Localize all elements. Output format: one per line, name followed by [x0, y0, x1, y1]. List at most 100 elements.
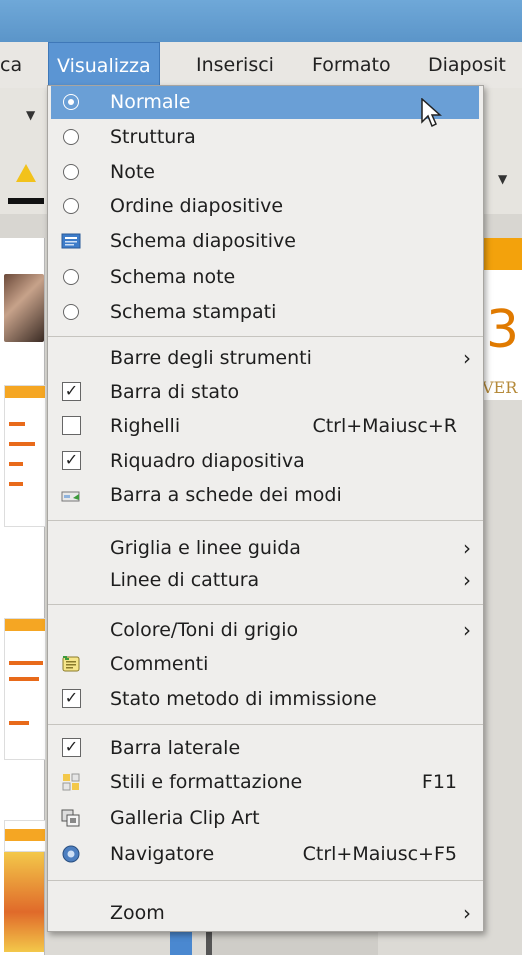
mouse-cursor-icon — [421, 98, 442, 128]
radio-selected-icon — [63, 94, 79, 110]
menu-strumenti[interactable]: ca — [0, 42, 22, 88]
shortcut-label: Ctrl+Maiusc+R — [312, 415, 457, 437]
menu-item-ordine-diapositive[interactable]: Ordine diapositive — [48, 190, 483, 223]
radio-icon — [63, 304, 79, 320]
menu-diapositiva[interactable]: Diaposit — [428, 42, 506, 88]
menu-item-label: Barre degli strumenti — [110, 347, 312, 369]
radio-icon — [63, 198, 79, 214]
menu-item-label: Griglia e linee guida — [110, 537, 301, 559]
comment-icon — [62, 656, 80, 672]
warning-icon[interactable] — [16, 164, 36, 182]
menu-item-label: Barra di stato — [110, 381, 240, 403]
submenu-arrow-icon: › — [463, 901, 471, 925]
menu-item-label: Linee di cattura — [110, 569, 260, 591]
menu-item-label: Righelli — [110, 415, 181, 437]
menu-item-label: Barra a schede dei modi — [110, 484, 342, 506]
menu-item-label: Ordine diapositive — [110, 195, 284, 217]
menu-item-label: Schema stampati — [110, 301, 277, 323]
tab-bar-icon — [61, 491, 80, 502]
menu-item-navigatore[interactable]: Navigatore Ctrl+Maiusc+F5 — [48, 838, 483, 871]
menu-item-riquadro-diapositiva[interactable]: ✓ Riquadro diapositiva — [48, 445, 483, 478]
checkbox-checked-icon: ✓ — [62, 689, 81, 708]
menu-inserisci[interactable]: Inserisci — [196, 42, 274, 88]
thumbnail-text — [9, 482, 23, 486]
menu-item-stato-metodo-immissione[interactable]: ✓ Stato metodo di immissione — [48, 683, 483, 716]
gallery-icon — [61, 809, 80, 827]
slide-thumbnail[interactable] — [4, 385, 46, 527]
menu-item-label: Note — [110, 161, 155, 183]
slide-thumbnail[interactable] — [4, 820, 46, 852]
menu-separator — [48, 604, 483, 605]
menu-item-schema-note[interactable]: Schema note — [48, 261, 483, 294]
line-color-swatch — [8, 198, 44, 204]
menu-formato[interactable]: Formato — [312, 42, 391, 88]
scrollbar-track[interactable] — [206, 930, 378, 955]
slide-header-strip — [482, 238, 522, 270]
menu-visualizza[interactable]: Visualizza — [48, 42, 160, 88]
shortcut-label: Ctrl+Maiusc+F5 — [302, 843, 457, 865]
dropdown-arrow-icon[interactable]: ▼ — [498, 172, 507, 186]
checkbox-checked-icon: ✓ — [62, 382, 81, 401]
menu-item-schema-diapositive[interactable]: Schema diapositive — [48, 225, 483, 258]
styles-icon — [62, 773, 80, 791]
thumbnail-text — [9, 721, 29, 725]
menu-item-label: Riquadro diapositiva — [110, 450, 305, 472]
thumbnail-text — [9, 677, 39, 681]
submenu-arrow-icon: › — [463, 618, 471, 642]
scrollbar-thumb[interactable] — [170, 930, 192, 955]
dropdown-arrow-icon[interactable]: ▼ — [26, 108, 35, 122]
slide-thumbnail-comic[interactable] — [4, 852, 44, 952]
menu-item-galleria-clip-art[interactable]: Galleria Clip Art — [48, 802, 483, 835]
thumbnail-header — [5, 829, 45, 841]
menu-item-barra-laterale[interactable]: ✓ Barra laterale — [48, 732, 483, 765]
menu-item-label: Stato metodo di immissione — [110, 688, 377, 710]
checkbox-icon — [62, 416, 81, 435]
menu-item-struttura[interactable]: Struttura — [48, 121, 483, 154]
menu-item-righelli[interactable]: Righelli Ctrl+Maiusc+R — [48, 410, 483, 443]
menu-item-label: Schema diapositive — [110, 230, 296, 252]
view-menu-dropdown: Normale Struttura Note Ordine diapositiv… — [47, 85, 484, 932]
menu-item-barra-stato[interactable]: ✓ Barra di stato — [48, 376, 483, 409]
menu-item-colore-toni[interactable]: Colore/Toni di grigio › — [48, 614, 483, 647]
slide-thumbnail[interactable] — [4, 618, 46, 760]
menu-separator — [48, 724, 483, 725]
slide-master-icon — [61, 233, 81, 249]
slide-number-text: 3 — [486, 300, 520, 360]
thumbnail-text — [9, 661, 43, 665]
menu-item-label: Normale — [110, 91, 191, 113]
thumbnail-text — [9, 462, 23, 466]
menu-separator — [48, 336, 483, 337]
menu-item-griglia-linee-guida[interactable]: Griglia e linee guida › — [48, 532, 483, 565]
menu-item-note[interactable]: Note — [48, 156, 483, 189]
menu-item-label: Schema note — [110, 266, 236, 288]
menu-item-label: Zoom — [110, 902, 165, 924]
thumbnail-text — [9, 442, 35, 446]
menu-item-label: Struttura — [110, 126, 196, 148]
menu-item-schema-stampati[interactable]: Schema stampati — [48, 296, 483, 329]
navigator-icon — [62, 845, 80, 863]
thumbnail-header — [5, 386, 45, 398]
menu-item-label: Galleria Clip Art — [110, 807, 260, 829]
menu-item-linee-cattura[interactable]: Linee di cattura › — [48, 564, 483, 597]
menu-item-barre-strumenti[interactable]: Barre degli strumenti › — [48, 342, 483, 375]
checkbox-checked-icon: ✓ — [62, 451, 81, 470]
menu-item-commenti[interactable]: Commenti — [48, 648, 483, 681]
menu-item-label: Barra laterale — [110, 737, 241, 759]
window-titlebar — [0, 0, 522, 42]
checkbox-checked-icon: ✓ — [62, 738, 81, 757]
submenu-arrow-icon: › — [463, 536, 471, 560]
menu-item-stili-formattazione[interactable]: Stili e formattazione F11 — [48, 766, 483, 799]
menubar: ca Visualizza Inserisci Formato Diaposit — [0, 42, 522, 89]
menu-item-barra-schede[interactable]: Barra a schede dei modi — [48, 479, 483, 512]
menu-item-label: Colore/Toni di grigio — [110, 619, 299, 641]
menu-separator — [48, 880, 483, 881]
radio-icon — [63, 164, 79, 180]
thumbnail-text — [9, 422, 25, 426]
menu-item-label: Navigatore — [110, 843, 215, 865]
menu-item-zoom[interactable]: Zoom › — [48, 897, 483, 930]
thumbnail-header — [5, 619, 45, 631]
radio-icon — [63, 269, 79, 285]
menu-item-normale[interactable]: Normale — [51, 86, 479, 119]
slide-thumbnail-photo[interactable] — [4, 274, 44, 342]
slide-caption-text: VER — [482, 378, 518, 397]
